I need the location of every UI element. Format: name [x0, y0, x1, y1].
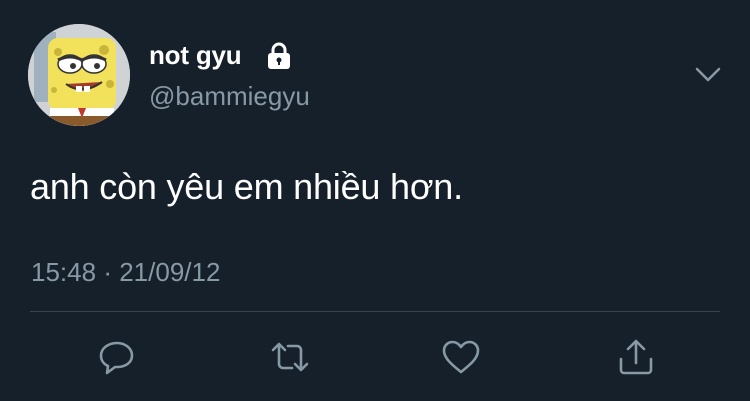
avatar-image [28, 24, 130, 126]
timestamp[interactable]: 15:48 · 21/09/12 [31, 257, 220, 288]
like-button[interactable] [441, 337, 481, 377]
share-button[interactable] [616, 337, 656, 377]
share-icon [619, 339, 653, 375]
display-name[interactable]: not gyu [149, 40, 242, 71]
retweet-icon [271, 342, 309, 372]
reply-icon [99, 341, 134, 375]
reply-button[interactable] [97, 337, 137, 377]
tweet-text: anh còn yêu em nhiều hơn. [30, 166, 463, 207]
chevron-down-icon[interactable] [690, 60, 726, 90]
handle[interactable]: @bammiegyu [149, 81, 310, 112]
timestamp-separator: · [103, 257, 112, 287]
divider [30, 311, 720, 312]
lock-icon [268, 42, 290, 69]
tweet-time: 15:48 [31, 257, 97, 287]
tweet: not gyu @bammiegyu anh còn yêu em nhiều … [0, 0, 750, 401]
heart-icon [442, 340, 480, 374]
tweet-date: 21/09/12 [119, 257, 221, 287]
avatar[interactable] [28, 24, 130, 126]
retweet-button[interactable] [270, 337, 310, 377]
